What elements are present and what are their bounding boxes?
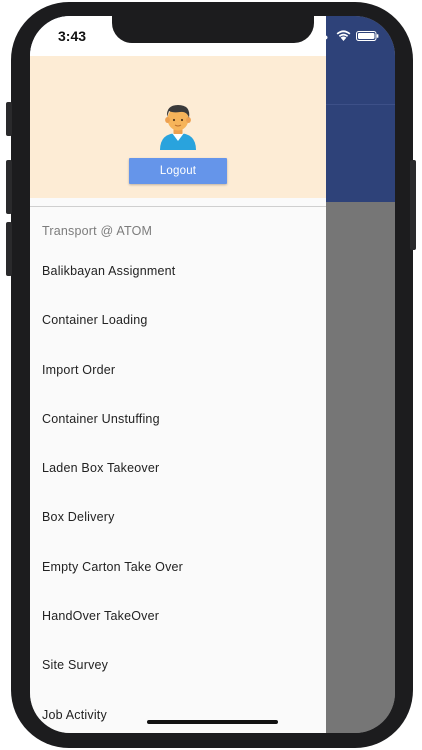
- status-time: 3:43: [58, 28, 87, 44]
- menu-item-empty-carton-take-over[interactable]: Empty Carton Take Over: [30, 543, 326, 592]
- wifi-icon: [336, 30, 351, 41]
- menu-item-handover-takeover[interactable]: HandOver TakeOver: [30, 592, 326, 641]
- menu-item-balikbayan-assignment[interactable]: Balikbayan Assignment: [30, 247, 326, 296]
- volume-down-button: [6, 222, 12, 276]
- home-indicator[interactable]: [147, 720, 278, 724]
- menu-item-container-loading[interactable]: Container Loading: [30, 296, 326, 345]
- signal-dots-icon: ● ●: [313, 32, 330, 42]
- menu-item-container-unstuffing[interactable]: Container Unstuffing: [30, 395, 326, 444]
- user-avatar-icon: [160, 105, 196, 150]
- menu-item-site-survey[interactable]: Site Survey: [30, 641, 326, 690]
- menu-item-job-activity[interactable]: Job Activity: [30, 691, 326, 733]
- menu-item-import-order[interactable]: Import Order: [30, 346, 326, 395]
- menu-item-laden-box-takeover[interactable]: Laden Box Takeover: [30, 444, 326, 493]
- menu-section-header: Transport @ ATOM: [42, 224, 153, 238]
- battery-icon: [356, 31, 379, 41]
- camera-notch: [112, 16, 314, 43]
- power-button: [410, 160, 416, 250]
- drawer-menu: Transport @ ATOM Balikbayan Assignment C…: [30, 215, 326, 733]
- phone-screen: Logout Transport @ ATOM Balikbayan Assig…: [30, 16, 395, 733]
- mute-switch: [6, 102, 12, 136]
- volume-up-button: [6, 160, 12, 214]
- menu-item-box-delivery[interactable]: Box Delivery: [30, 493, 326, 542]
- drawer-header-divider: [30, 206, 326, 207]
- logout-button[interactable]: Logout: [129, 158, 227, 184]
- navigation-drawer: Logout Transport @ ATOM Balikbayan Assig…: [30, 16, 326, 733]
